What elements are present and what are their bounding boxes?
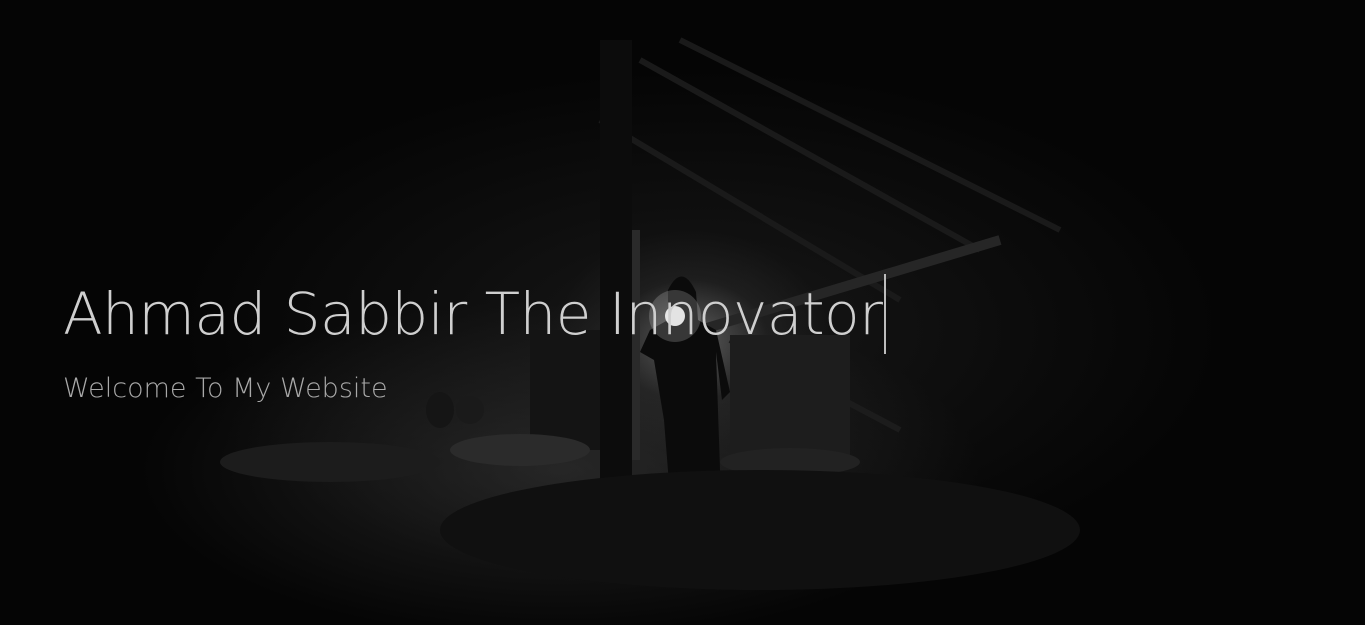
hero-title-text: Ahmad Sabbir The Innovator xyxy=(63,280,883,348)
hero-section: Ahmad Sabbir The Innovator Welcome To My… xyxy=(0,0,1365,625)
hero-title: Ahmad Sabbir The Innovator xyxy=(63,274,887,358)
typing-cursor xyxy=(884,274,887,354)
hero-subtitle: Welcome To My Website xyxy=(63,373,388,404)
